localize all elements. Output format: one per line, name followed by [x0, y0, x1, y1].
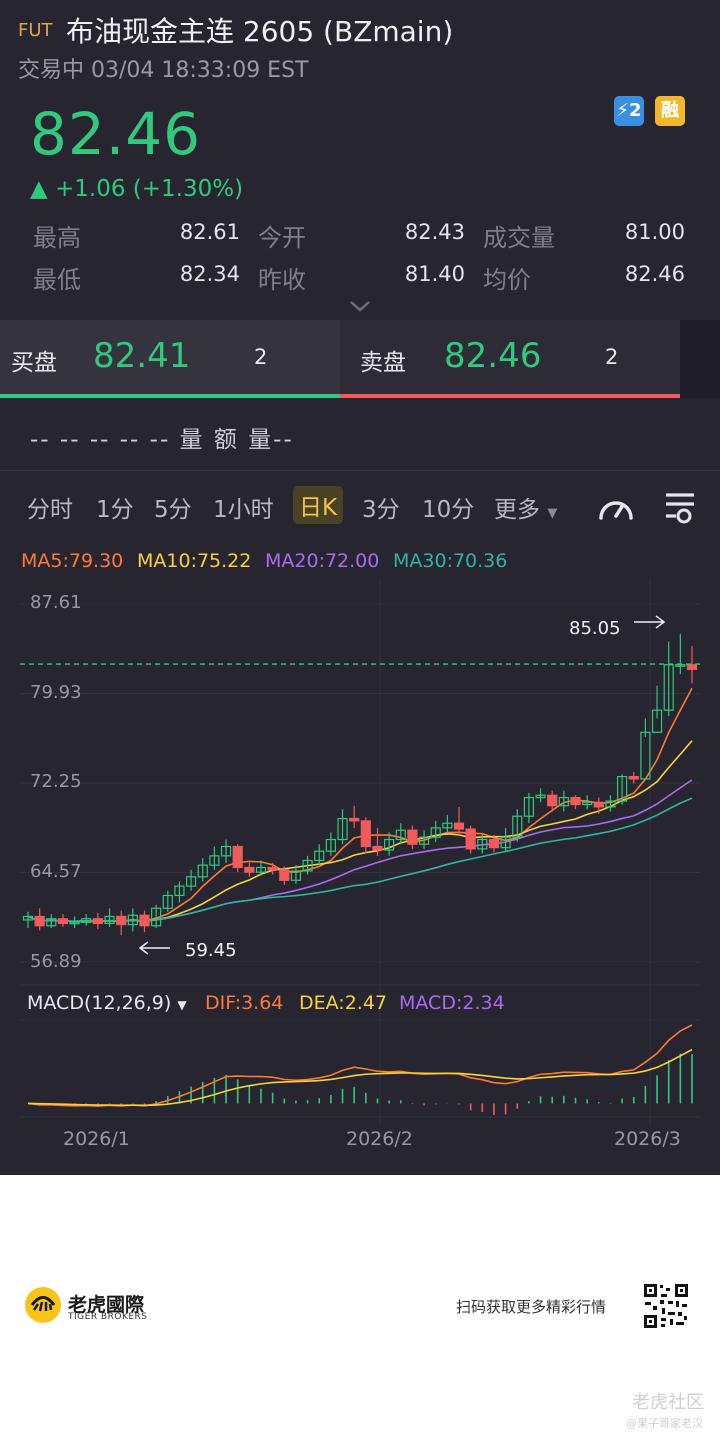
macd-legend: MACD:2.34	[399, 992, 505, 1014]
candle-body	[640, 731, 651, 780]
candle-body	[407, 829, 418, 845]
dif-legend: DIF:3.64	[205, 992, 284, 1014]
y-tick: 64.57	[30, 861, 82, 882]
candle-body	[34, 915, 45, 927]
ma-line-ma30	[27, 797, 693, 923]
x-tick: 2026/1	[63, 1128, 130, 1150]
high-price-label: 85.05	[569, 618, 621, 639]
candle-body	[279, 869, 290, 881]
candle-body	[686, 664, 698, 670]
x-tick: 2026/3	[614, 1128, 681, 1150]
candle-body	[372, 845, 383, 851]
ma10-legend: MA10:75.22	[137, 550, 252, 572]
ask-label: 卖盘	[360, 350, 406, 376]
ma-line-ma10	[27, 740, 693, 923]
ask-strength-bar	[340, 394, 680, 398]
watermark-user: @果子哥家老汉	[626, 1417, 703, 1430]
ma5-legend: MA5:79.30	[21, 550, 124, 572]
candle-body	[139, 914, 150, 927]
trading-status: 交易中 03/04 18:33:09 EST	[18, 58, 309, 83]
y-tick: 72.25	[30, 771, 82, 792]
bid-quantity: 2	[254, 345, 268, 369]
qr-code-icon	[642, 1282, 690, 1330]
dif-line	[27, 1024, 693, 1107]
y-tick: 56.89	[30, 951, 82, 972]
scan-cta: 扫码获取更多精彩行情	[456, 1298, 607, 1316]
y-tick: 79.93	[30, 682, 82, 703]
tab-1hour[interactable]: 1小时	[213, 490, 274, 524]
stat-label-high: 最高	[33, 224, 81, 252]
stat-label-open: 今开	[258, 224, 306, 252]
stat-label-volume: 成交量	[483, 224, 555, 252]
candle-body	[360, 820, 371, 848]
candle-body	[349, 817, 360, 822]
kline-chart[interactable]	[0, 580, 720, 1170]
x-tick: 2026/2	[346, 1128, 413, 1150]
candle-body	[232, 845, 243, 869]
stat-label-prev-close: 昨收	[258, 266, 306, 294]
price-change: ▲ +1.06 (+1.30%)	[30, 176, 244, 202]
candle-body	[570, 796, 581, 806]
candle-body	[453, 822, 465, 830]
tab-10min[interactable]: 10分	[422, 490, 474, 524]
ma-line-ma20	[27, 779, 693, 923]
ask-quantity: 2	[605, 345, 619, 369]
watermark: 老虎社区	[632, 1392, 704, 1413]
candle-body	[465, 828, 476, 850]
stat-value-prev-close: 81.40	[404, 262, 465, 286]
divider	[0, 470, 720, 471]
candle-body	[244, 866, 255, 873]
candle-body	[116, 915, 127, 926]
stat-value-low: 82.34	[179, 262, 240, 286]
stat-label-low: 最低	[33, 266, 81, 294]
candle-body	[267, 866, 278, 871]
dea-legend: DEA:2.47	[299, 992, 388, 1014]
brand-subtitle: TIGER BROKERS	[68, 1312, 148, 1322]
low-price-label: 59.45	[185, 940, 237, 961]
last-price: 82.46	[30, 100, 202, 168]
tiger-logo	[24, 1286, 62, 1324]
tab-3min[interactable]: 3分	[362, 490, 400, 524]
bid-label: 买盘	[11, 350, 57, 376]
ma30-legend: MA30:70.36	[393, 550, 508, 572]
stat-value-high: 82.61	[179, 220, 240, 244]
app-screen: FUT 布油现金主连 2605 (BZmain) 交易中 03/04 18:33…	[0, 0, 720, 1175]
futures-tag: FUT	[18, 20, 53, 41]
candle-body	[57, 918, 69, 925]
stat-label-avg: 均价	[483, 266, 531, 294]
lightning-badge-icon[interactable]: ⚡2	[614, 96, 644, 126]
dea-line	[27, 1048, 693, 1107]
candle-body	[593, 801, 604, 808]
margin-badge-icon[interactable]: 融	[655, 96, 685, 126]
tab-more-label: 更多	[494, 497, 540, 523]
macd-indicator-name: MACD(12,26,9)	[27, 992, 172, 1014]
candle-body	[628, 775, 639, 780]
stat-value-avg: 82.46	[624, 262, 685, 286]
orderbook-side-panel	[680, 320, 720, 398]
tab-intraday[interactable]: 分时	[27, 490, 73, 524]
volume-row: -- -- -- -- -- 量 额 量--	[30, 427, 294, 453]
ma20-legend: MA20:72.00	[265, 550, 380, 572]
ma-line-ma5	[27, 687, 693, 923]
gauge-icon[interactable]	[596, 490, 636, 524]
expand-chevron-icon[interactable]	[348, 298, 372, 314]
stat-value-open: 82.43	[404, 220, 465, 244]
tab-1min[interactable]: 1分	[96, 490, 134, 524]
bid-price: 82.41	[93, 336, 191, 376]
macd-indicator-selector[interactable]: MACD(12,26,9) ▼	[27, 992, 187, 1014]
tab-daily-k[interactable]: 日K	[293, 486, 344, 524]
candle-body	[547, 794, 558, 807]
tab-more[interactable]: 更多 ▼	[494, 490, 557, 524]
bid-strength-bar	[0, 394, 340, 398]
candle-body	[92, 918, 103, 925]
ask-price: 82.46	[444, 336, 542, 376]
caret-down-icon: ▼	[177, 998, 187, 1012]
caret-down-icon: ▼	[547, 506, 558, 521]
tab-5min[interactable]: 5分	[154, 490, 192, 524]
stat-value-volume: 81.00	[624, 220, 685, 244]
y-tick: 87.61	[30, 592, 82, 613]
candle-body	[488, 838, 500, 849]
instrument-title: 布油现金主连 2605 (BZmain)	[66, 15, 454, 48]
chart-settings-icon[interactable]	[660, 490, 700, 524]
